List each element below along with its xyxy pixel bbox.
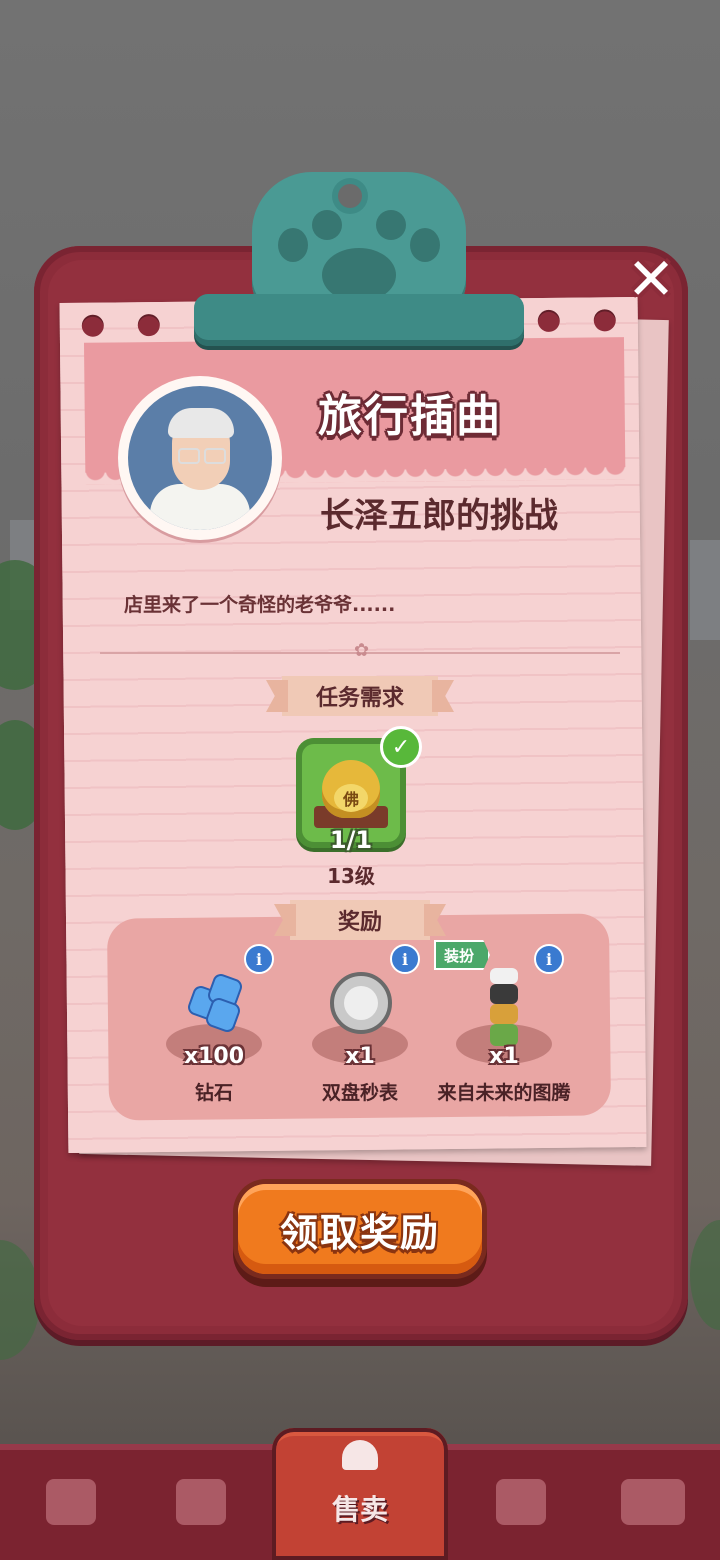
costume-badge: 装扮 — [434, 940, 491, 970]
task-requirement-header: 任务需求 — [282, 676, 438, 716]
paw-divider-icon: ✿ — [354, 640, 370, 661]
task-level: 13级 — [327, 864, 375, 888]
character-avatar — [118, 376, 282, 540]
bell-icon — [342, 1440, 378, 1470]
totem-icon — [490, 968, 518, 1048]
paw-clip — [194, 172, 524, 352]
nav-handshake[interactable] — [136, 1444, 266, 1560]
bag-icon — [46, 1479, 96, 1525]
event-title: 旅行插曲 — [318, 391, 502, 442]
bus-icon — [621, 1479, 685, 1525]
nav-map[interactable] — [456, 1444, 586, 1560]
handshake-icon — [176, 1479, 226, 1525]
claim-reward-button[interactable]: 领取奖励 — [238, 1184, 482, 1274]
checkmark-icon: ✓ — [380, 726, 422, 768]
close-icon: ✕ — [626, 245, 676, 313]
info-icon[interactable]: i — [534, 944, 564, 974]
event-subtitle: 长泽五郎的挑战 — [320, 496, 558, 536]
close-button[interactable]: ✕ — [620, 248, 682, 310]
info-icon[interactable]: i — [390, 944, 420, 974]
info-icon[interactable]: i — [244, 944, 274, 974]
event-description: 店里来了一个奇怪的老爷爷...... — [124, 594, 396, 616]
task-count: 1/1 — [329, 826, 373, 854]
nav-bus[interactable] — [588, 1444, 718, 1560]
reward-header: 奖励 — [290, 900, 430, 940]
map-pin-icon — [496, 1479, 546, 1525]
nav-bag[interactable] — [6, 1444, 136, 1560]
nav-sell[interactable]: 售卖 — [272, 1428, 448, 1560]
stopwatch-icon — [330, 972, 392, 1034]
diamond-icon — [185, 971, 245, 1035]
